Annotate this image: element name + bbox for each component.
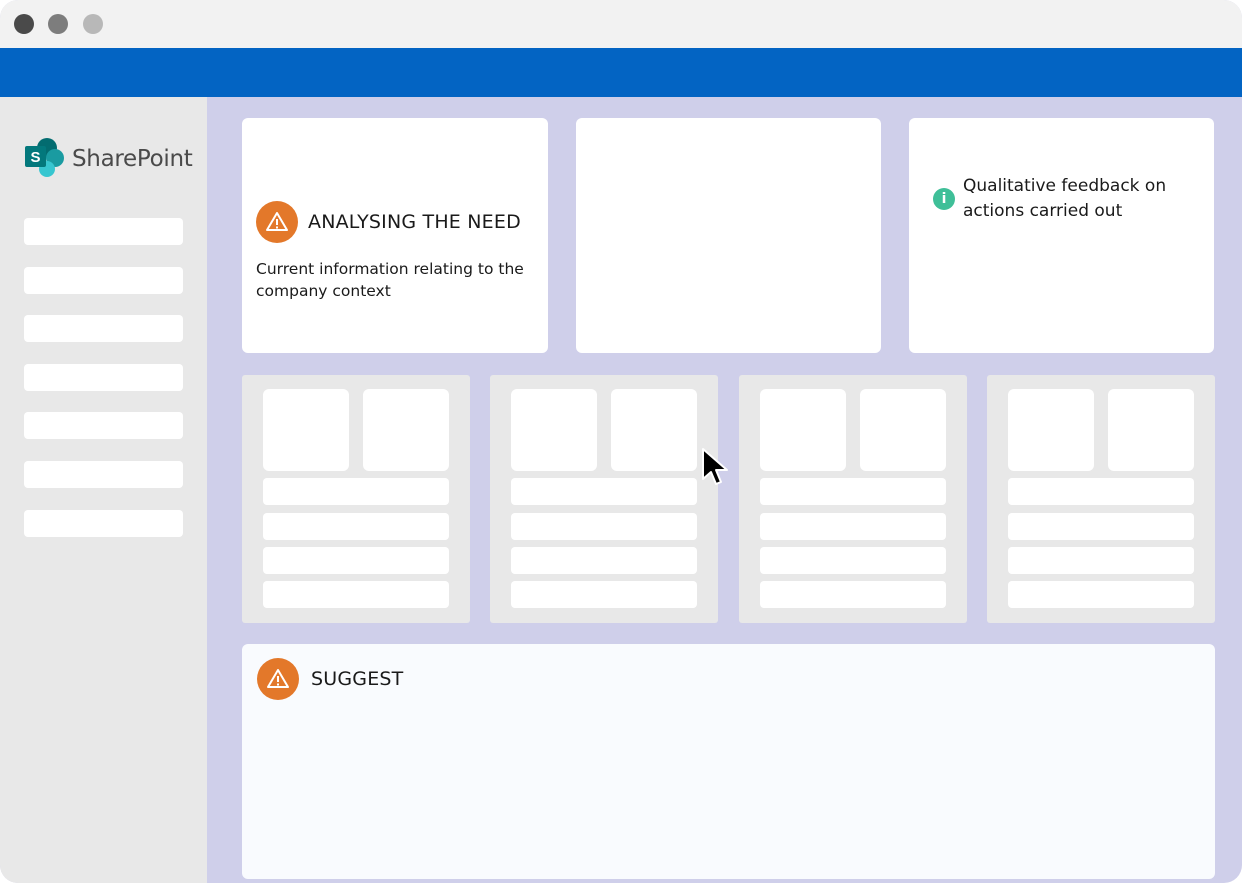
sidebar-item-4[interactable] xyxy=(24,364,183,391)
panel-row[interactable] xyxy=(263,581,449,608)
info-icon: i xyxy=(933,188,955,210)
panel-row[interactable] xyxy=(263,478,449,505)
sidebar-item-2[interactable] xyxy=(24,267,183,294)
panel-row[interactable] xyxy=(1008,547,1194,574)
empty-card[interactable] xyxy=(576,118,881,353)
window-titlebar xyxy=(0,0,1242,48)
warning-icon xyxy=(257,658,299,700)
panel-tile[interactable] xyxy=(760,389,846,471)
mouse-pointer-icon xyxy=(702,448,728,485)
close-window-button[interactable] xyxy=(14,14,34,34)
sidebar-item-5[interactable] xyxy=(24,412,183,439)
widget-panel-2[interactable] xyxy=(490,375,718,623)
widget-panel-1[interactable] xyxy=(242,375,470,623)
sharepoint-logo-icon: S xyxy=(25,138,64,177)
panel-row[interactable] xyxy=(760,478,946,505)
sharepoint-logo-text: SharePoint xyxy=(72,146,193,172)
panel-tile[interactable] xyxy=(1008,389,1094,471)
panel-tile[interactable] xyxy=(363,389,449,471)
feedback-text: Qualitative feedback on actions carried … xyxy=(963,176,1167,221)
sidebar-item-6[interactable] xyxy=(24,461,183,488)
panel-row[interactable] xyxy=(263,513,449,540)
feedback-card[interactable]: i Qualitative feedback on actions carrie… xyxy=(909,118,1214,353)
analysing-need-title: ANALYSING THE NEED xyxy=(308,211,521,233)
sidebar-item-7[interactable] xyxy=(24,510,183,537)
sharepoint-logo[interactable]: S SharePoint xyxy=(25,137,195,179)
panel-row[interactable] xyxy=(511,547,697,574)
panel-row[interactable] xyxy=(511,478,697,505)
minimize-window-button[interactable] xyxy=(48,14,68,34)
maximize-window-button[interactable] xyxy=(83,14,103,34)
panel-row[interactable] xyxy=(1008,513,1194,540)
warning-icon xyxy=(256,201,298,243)
analysing-need-description: Current information relating to the comp… xyxy=(256,260,524,300)
panel-tile[interactable] xyxy=(611,389,697,471)
sidebar: S SharePoint xyxy=(0,97,207,883)
panel-tile[interactable] xyxy=(511,389,597,471)
panel-row[interactable] xyxy=(760,581,946,608)
panel-row[interactable] xyxy=(263,547,449,574)
panel-row[interactable] xyxy=(511,581,697,608)
svg-text:S: S xyxy=(30,149,40,166)
widget-panel-4[interactable] xyxy=(987,375,1215,623)
panel-row[interactable] xyxy=(1008,581,1194,608)
panel-row[interactable] xyxy=(1008,478,1194,505)
panel-row[interactable] xyxy=(511,513,697,540)
suggest-title: SUGGEST xyxy=(311,668,404,690)
panel-tile[interactable] xyxy=(263,389,349,471)
analysing-need-card[interactable]: ANALYSING THE NEED Current information r… xyxy=(242,118,548,353)
suggest-card[interactable]: SUGGEST xyxy=(242,644,1215,879)
widget-panel-3[interactable] xyxy=(739,375,967,623)
sidebar-item-1[interactable] xyxy=(24,218,183,245)
panel-row[interactable] xyxy=(760,513,946,540)
panel-tile[interactable] xyxy=(860,389,946,471)
sidebar-item-3[interactable] xyxy=(24,315,183,342)
panel-row[interactable] xyxy=(760,547,946,574)
suite-header-bar xyxy=(0,48,1242,97)
panel-tile[interactable] xyxy=(1108,389,1194,471)
browser-window: S SharePoint ANALYSING THE NEED Current … xyxy=(0,0,1242,883)
